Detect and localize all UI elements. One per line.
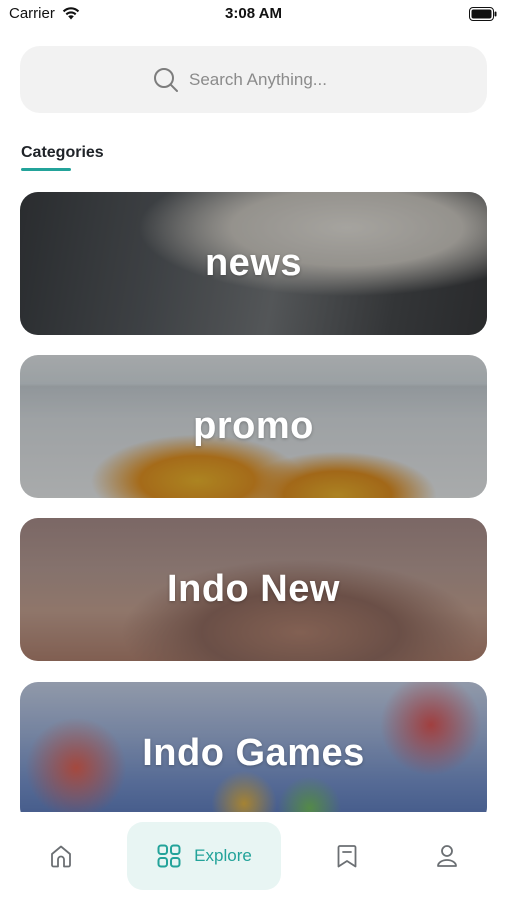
category-label: promo (193, 405, 314, 447)
search-bar[interactable] (20, 46, 487, 113)
category-card-indo-new[interactable]: Indo New (20, 518, 487, 661)
bottom-nav: Explore (0, 812, 507, 900)
category-list: news promo Indo New Indo Games (20, 192, 487, 812)
category-label: news (204, 242, 303, 284)
search-icon (154, 67, 178, 92)
section-title-underline (21, 168, 71, 171)
nav-explore-label: Explore (194, 846, 252, 865)
section-title: Categories (21, 144, 104, 161)
status-bar: Carrier 3:08 AM (0, 0, 507, 30)
grid-icon (157, 844, 181, 868)
nav-profile[interactable] (416, 822, 478, 890)
profile-icon (437, 845, 457, 867)
nav-home[interactable] (30, 822, 92, 890)
nav-bookmark[interactable] (316, 822, 378, 890)
category-label: Indo Games (142, 732, 365, 774)
category-label: Indo New (167, 568, 340, 610)
category-card-promo[interactable]: promo (20, 355, 487, 498)
home-icon (51, 845, 71, 868)
nav-explore[interactable]: Explore (127, 822, 281, 890)
bookmark-icon (337, 845, 357, 868)
category-card-news[interactable]: news (20, 192, 487, 335)
category-card-indo-games[interactable]: Indo Games (20, 682, 487, 812)
search-input[interactable] (189, 69, 354, 90)
battery-icon (469, 7, 497, 21)
clock: 3:08 AM (225, 5, 282, 22)
